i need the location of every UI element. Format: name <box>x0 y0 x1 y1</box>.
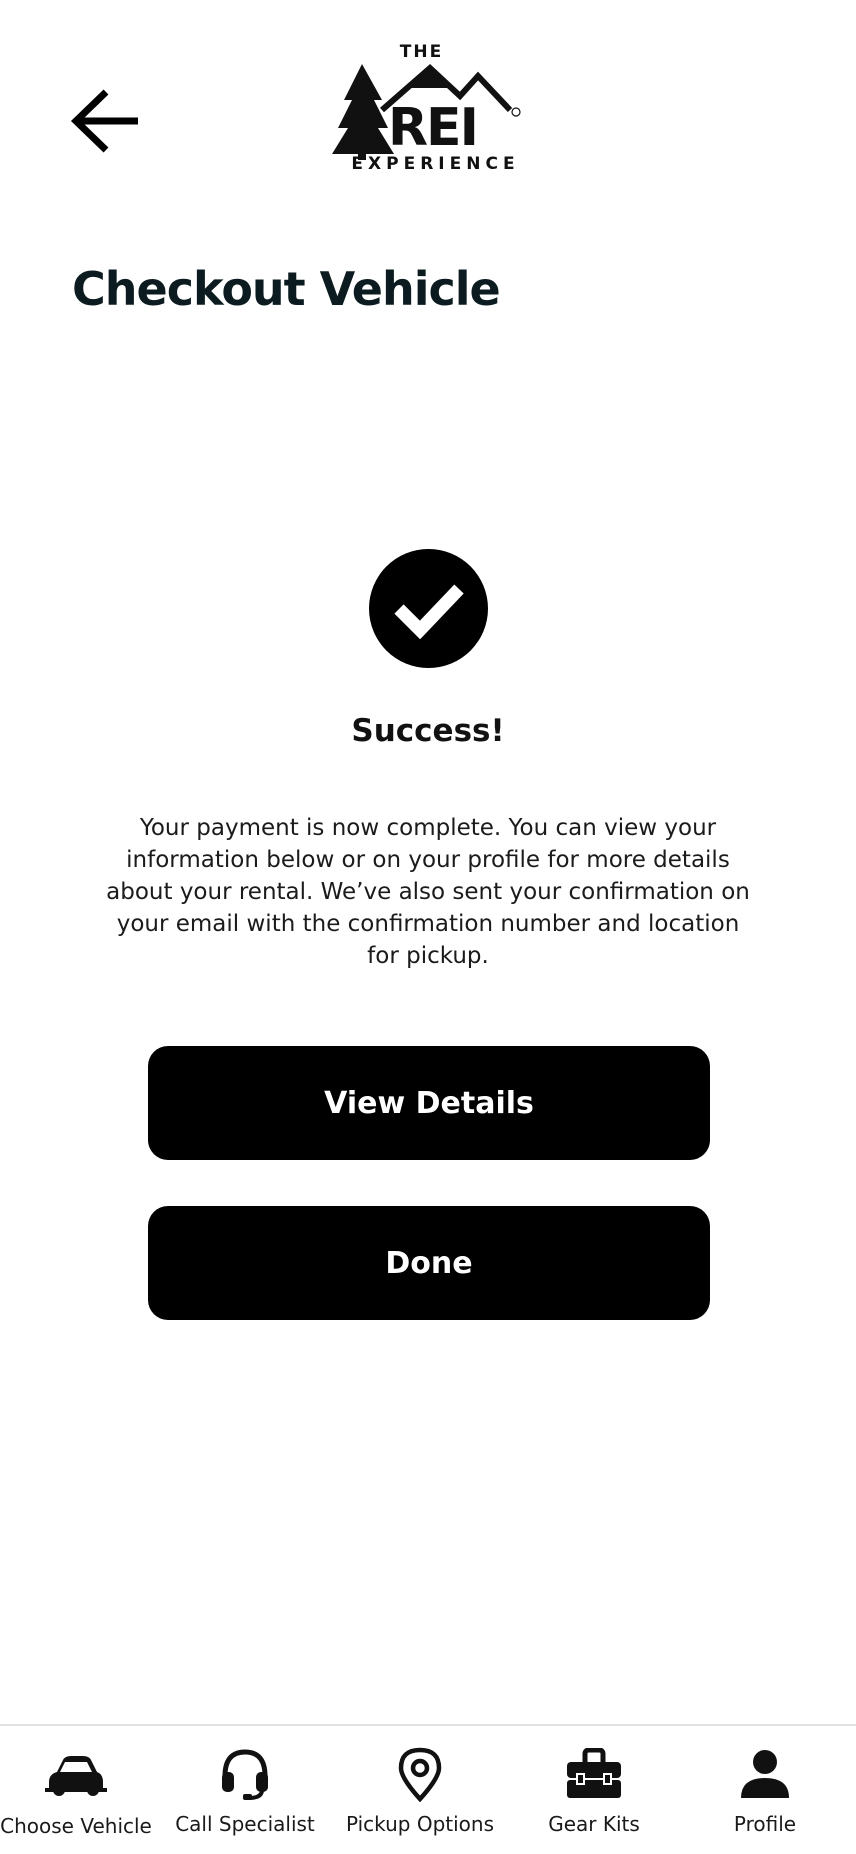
tab-label-choose-vehicle: Choose Vehicle <box>0 1814 152 1838</box>
headset-icon <box>222 1749 268 1800</box>
check-circle-icon <box>369 549 488 668</box>
view-details-button[interactable]: View Details <box>148 1046 710 1160</box>
tab-label-call-specialist: Call Specialist <box>175 1812 315 1836</box>
page-title: Checkout Vehicle <box>72 262 501 316</box>
arrow-left-icon <box>70 89 138 153</box>
tab-call-specialist[interactable]: Call Specialist <box>172 1726 318 1854</box>
logo-word-rei: REI <box>388 98 479 158</box>
logo-word-experience: EXPERIENCE <box>351 154 520 174</box>
success-message: Your payment is now complete. You can vi… <box>106 815 750 969</box>
user-icon <box>741 1750 789 1798</box>
tab-profile[interactable]: Profile <box>706 1726 824 1854</box>
tab-gear-kits[interactable]: Gear Kits <box>530 1726 658 1854</box>
tab-label-pickup-options: Pickup Options <box>345 1812 495 1836</box>
car-icon <box>45 1756 107 1796</box>
back-button[interactable] <box>66 80 144 162</box>
done-button[interactable]: Done <box>148 1206 710 1320</box>
rei-experience-logo: THE REI EXPERIENCE <box>330 42 525 180</box>
tab-label-gear-kits: Gear Kits <box>548 1812 640 1836</box>
toolbox-icon <box>567 1748 621 1798</box>
map-pin-icon <box>398 1747 442 1802</box>
success-title: Success! <box>351 713 505 749</box>
tab-choose-vehicle[interactable]: Choose Vehicle <box>0 1726 152 1854</box>
bottom-tab-bar: Choose Vehicle Call Specialist Pickup Op… <box>0 1724 856 1854</box>
tab-label-profile: Profile <box>733 1812 797 1836</box>
tab-pickup-options[interactable]: Pickup Options <box>340 1726 500 1854</box>
